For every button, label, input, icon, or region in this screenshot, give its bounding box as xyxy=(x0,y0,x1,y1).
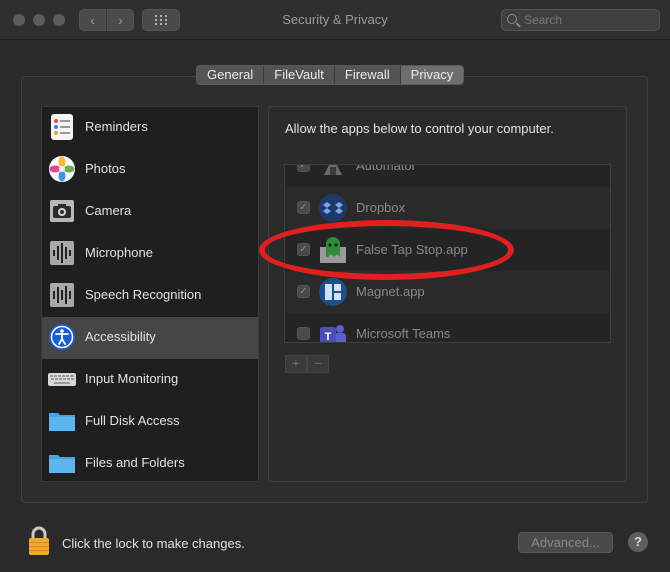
privacy-category-list: Reminders Photos Camera Microphone Speec… xyxy=(41,106,259,482)
search-icon xyxy=(507,14,517,24)
app-name: Automator xyxy=(356,164,416,173)
speech-recognition-icon xyxy=(50,283,74,307)
accessibility-icon xyxy=(49,324,75,350)
magnet-icon xyxy=(319,278,347,306)
dropbox-icon xyxy=(319,194,347,222)
title-bar: ‹ › Security & Privacy Search xyxy=(0,0,670,40)
tab-general[interactable]: General xyxy=(197,66,265,84)
lock-message: Click the lock to make changes. xyxy=(62,536,245,551)
checkmark-icon: ✓ xyxy=(299,286,308,297)
microphone-icon xyxy=(50,241,74,265)
folder-icon xyxy=(49,455,75,473)
reminders-icon xyxy=(51,114,73,140)
teams-icon: T xyxy=(320,325,346,343)
keyboard-icon xyxy=(48,373,76,386)
camera-icon xyxy=(50,200,74,222)
svg-text:T: T xyxy=(325,331,332,343)
list-item-false-tap-stop[interactable]: ✓ False Tap Stop.app xyxy=(285,229,610,271)
sidebar-item-full-disk-access[interactable]: Full Disk Access xyxy=(42,401,258,443)
section-heading: Allow the apps below to control your com… xyxy=(285,121,554,136)
app-name: Microsoft Teams xyxy=(356,326,451,341)
sidebar-item-label: Photos xyxy=(85,161,126,176)
app-name: Magnet.app xyxy=(356,284,425,299)
sidebar-item-camera[interactable]: Camera xyxy=(42,191,258,233)
sidebar-item-label: Speech Recognition xyxy=(85,287,202,302)
sidebar-item-label: Full Disk Access xyxy=(85,413,180,428)
sidebar-item-label: Camera xyxy=(85,203,132,218)
sidebar-item-label: Files and Folders xyxy=(85,455,185,470)
ghost-icon xyxy=(320,237,346,263)
sidebar-item-label: Microphone xyxy=(85,245,153,260)
help-button[interactable]: ? xyxy=(628,532,648,552)
list-item-magnet[interactable]: ✓ Magnet.app xyxy=(285,271,610,313)
app-list[interactable]: ✓ Automator ✓ Dropbox ✓ False Tap Stop.a… xyxy=(284,164,611,343)
sidebar-item-accessibility[interactable]: Accessibility xyxy=(42,317,258,359)
tab-bar: General FileVault Firewall Privacy xyxy=(196,65,465,85)
tab-privacy[interactable]: Privacy xyxy=(400,66,464,84)
sidebar-item-microphone[interactable]: Microphone xyxy=(42,233,258,275)
remove-app-button[interactable]: − xyxy=(307,355,329,373)
checkbox[interactable]: ✓ xyxy=(297,164,310,172)
lock-icon[interactable] xyxy=(27,526,51,556)
sidebar-item-photos[interactable]: Photos xyxy=(42,149,258,191)
sidebar-item-input-monitoring[interactable]: Input Monitoring xyxy=(42,359,258,401)
list-item-automator[interactable]: ✓ Automator xyxy=(285,164,610,187)
checkbox[interactable] xyxy=(297,327,310,340)
sidebar-item-files-and-folders[interactable]: Files and Folders xyxy=(42,443,258,485)
tab-filevault[interactable]: FileVault xyxy=(264,66,335,84)
list-item-microsoft-teams[interactable]: T Microsoft Teams xyxy=(285,313,610,343)
folder-icon xyxy=(49,413,75,431)
list-controls: + − xyxy=(285,355,330,373)
checkmark-icon: ✓ xyxy=(299,164,308,171)
sidebar-item-label: Reminders xyxy=(85,119,148,134)
search-input[interactable]: Search xyxy=(501,9,660,31)
checkmark-icon: ✓ xyxy=(299,202,308,213)
sidebar-item-speech-recognition[interactable]: Speech Recognition xyxy=(42,275,258,317)
add-app-button[interactable]: + xyxy=(285,355,307,373)
automator-icon xyxy=(324,165,342,175)
checkbox[interactable]: ✓ xyxy=(297,201,310,214)
app-name: False Tap Stop.app xyxy=(356,242,468,257)
sidebar-item-label: Accessibility xyxy=(85,329,156,344)
checkbox[interactable]: ✓ xyxy=(297,243,310,256)
photos-icon xyxy=(49,156,75,182)
list-item-dropbox[interactable]: ✓ Dropbox xyxy=(285,187,610,229)
checkbox[interactable]: ✓ xyxy=(297,285,310,298)
advanced-button[interactable]: Advanced... xyxy=(518,532,613,553)
sidebar-item-label: Input Monitoring xyxy=(85,371,179,386)
tab-firewall[interactable]: Firewall xyxy=(335,66,401,84)
app-name: Dropbox xyxy=(356,200,406,215)
checkmark-icon: ✓ xyxy=(299,244,308,255)
sidebar-item-reminders[interactable]: Reminders xyxy=(42,107,258,149)
